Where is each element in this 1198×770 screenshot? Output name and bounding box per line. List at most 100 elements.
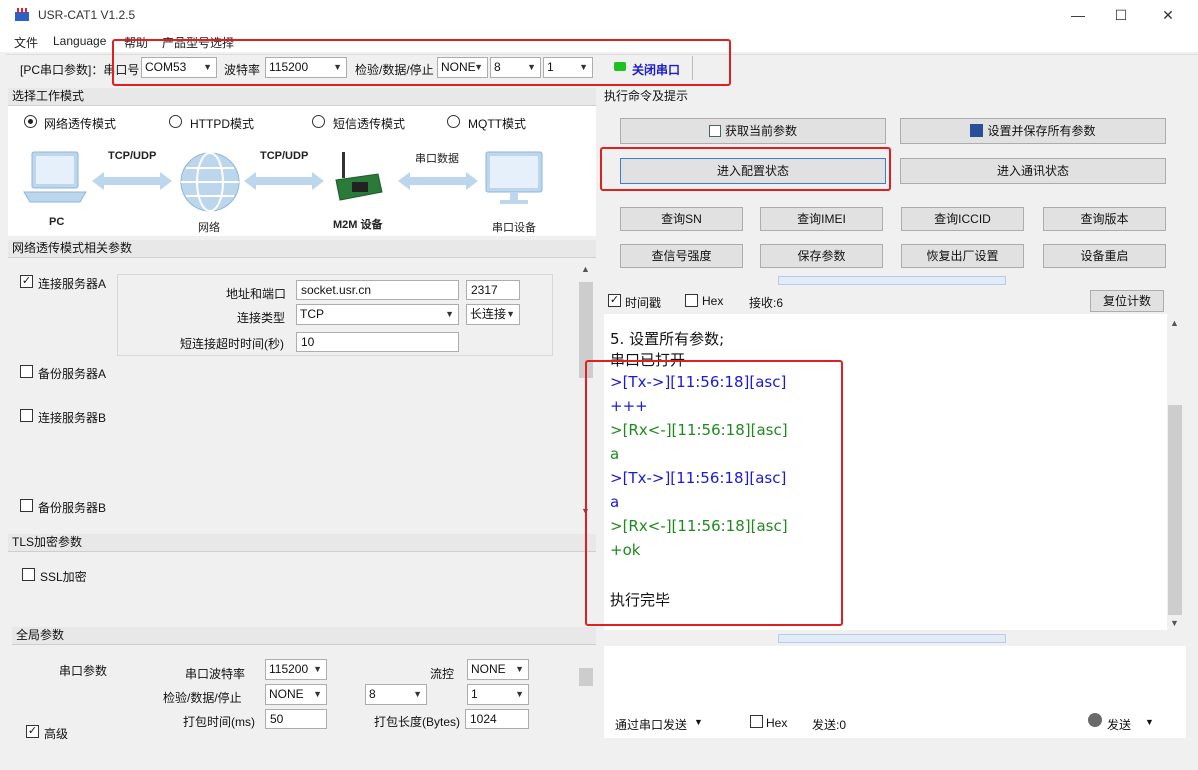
- query-iccid-button[interactable]: 查询ICCID: [901, 207, 1024, 231]
- global-stopbits-select[interactable]: 1 ▼: [467, 684, 529, 705]
- log-line: 5. 设置所有参数;: [610, 330, 725, 348]
- save-params-button[interactable]: 保存参数: [760, 244, 883, 268]
- scroll-up-icon[interactable]: ▲: [581, 264, 590, 274]
- flow-label: 流控: [430, 667, 455, 681]
- maximize-button[interactable]: ☐: [1101, 4, 1141, 28]
- chevron-down-icon: ▼: [313, 689, 322, 699]
- window-title: USR-CAT1 V1.2.5: [38, 8, 136, 22]
- mode-mqtt-label: MQTT模式: [468, 117, 526, 131]
- commands-title: 执行命令及提示: [600, 88, 1190, 106]
- conn-type-select[interactable]: TCP ▼: [296, 304, 459, 325]
- save-all-button[interactable]: 设置并保存所有参数: [900, 118, 1166, 144]
- chevron-down-icon: ▼: [413, 689, 422, 699]
- close-button[interactable]: ✕: [1148, 4, 1188, 28]
- server-a-checkbox[interactable]: ✓: [20, 275, 33, 288]
- factory-reset-button[interactable]: 恢复出厂设置: [901, 244, 1024, 268]
- annotation-box: [585, 360, 843, 626]
- log-scroll-thumb[interactable]: [1168, 405, 1182, 615]
- scroll-up-icon[interactable]: ▲: [1170, 318, 1179, 328]
- monitor-serial-device-icon: [485, 151, 543, 204]
- title-bar: [0, 0, 1198, 32]
- splitter-handle-bottom[interactable]: [778, 634, 1006, 643]
- diagram-m2m-label: M2M 设备: [333, 219, 383, 231]
- pc-laptop-icon: [23, 151, 87, 203]
- timeout-label: 短连接超时时间(秒): [180, 337, 284, 351]
- chevron-down-icon: ▼: [506, 309, 515, 319]
- radio-mqtt-mode[interactable]: [447, 115, 460, 128]
- enter-comm-button[interactable]: 进入通讯状态: [900, 158, 1166, 184]
- chevron-down-icon: ▼: [313, 664, 322, 674]
- get-params-button[interactable]: 获取当前参数: [620, 118, 886, 144]
- reboot-button[interactable]: 设备重启: [1043, 244, 1166, 268]
- mode-httpd-label: HTTPD模式: [190, 117, 254, 131]
- serial-params-label: 串口参数: [59, 664, 108, 678]
- global-baud-select[interactable]: 115200 ▼: [265, 659, 327, 680]
- global-scrollbar[interactable]: [578, 652, 594, 738]
- sent-count: 发送:0: [812, 718, 847, 732]
- query-signal-button[interactable]: 查信号强度: [620, 244, 743, 268]
- query-version-button[interactable]: 查询版本: [1043, 207, 1166, 231]
- backup-b-checkbox[interactable]: [20, 499, 33, 512]
- diagram-tcp-label-2: TCP/UDP: [260, 150, 309, 162]
- send-via-serial-dropdown[interactable]: 通过串口发送: [615, 716, 687, 733]
- send-hex-checkbox[interactable]: [750, 715, 763, 728]
- minimize-button[interactable]: —: [1058, 4, 1098, 28]
- global-params-title: 全局参数: [12, 627, 596, 645]
- pack-len-label: 打包长度(Bytes): [374, 715, 461, 729]
- timeout-input[interactable]: 10: [296, 332, 459, 352]
- menu-file[interactable]: 文件: [14, 34, 38, 51]
- conn-mode-select[interactable]: 长连接 ▼: [466, 304, 520, 325]
- radio-sms-mode[interactable]: [312, 115, 325, 128]
- splitter-handle-top[interactable]: [778, 276, 1006, 285]
- search-doc-icon: [708, 125, 721, 137]
- ssl-label: SSL加密: [40, 570, 87, 584]
- flow-select[interactable]: NONE ▼: [467, 659, 529, 680]
- reset-count-button[interactable]: 复位计数: [1090, 290, 1164, 312]
- net-params-title: 网络透传模式相关参数: [8, 240, 596, 258]
- menu-language[interactable]: Language: [53, 34, 106, 48]
- advanced-checkbox[interactable]: ✓: [26, 725, 39, 738]
- query-sn-button[interactable]: 查询SN: [620, 207, 743, 231]
- tls-title: TLS加密参数: [8, 534, 596, 552]
- scroll-down-icon[interactable]: ▼: [1170, 618, 1179, 628]
- double-arrow-icon: [92, 172, 172, 190]
- log-hex-label: Hex: [702, 294, 724, 308]
- radio-network-mode[interactable]: [24, 115, 37, 128]
- m2m-device-icon: [335, 152, 383, 201]
- send-hex-label: Hex: [766, 716, 788, 730]
- mode-network-label: 网络透传模式: [44, 117, 117, 131]
- addr-port-label: 地址和端口: [226, 287, 287, 301]
- global-parity-select[interactable]: NONE ▼: [265, 684, 327, 705]
- backup-a-checkbox[interactable]: [20, 365, 33, 378]
- backup-a-label: 备份服务器A: [38, 367, 107, 381]
- log-hex-checkbox[interactable]: [685, 294, 698, 307]
- diagram-serial-data-label: 串口数据: [415, 153, 459, 165]
- timestamp-label: 时间戳: [625, 296, 662, 310]
- address-input[interactable]: socket.usr.cn: [296, 280, 459, 300]
- pack-len-input[interactable]: 1024: [465, 709, 529, 729]
- chevron-down-icon: ▼: [445, 309, 454, 319]
- diagram-pc-label: PC: [49, 216, 65, 228]
- query-imei-button[interactable]: 查询IMEI: [760, 207, 883, 231]
- global-databits-select[interactable]: 8 ▼: [365, 684, 427, 705]
- global-scroll-thumb[interactable]: [579, 668, 593, 686]
- server-b-checkbox[interactable]: [20, 409, 33, 422]
- port-input[interactable]: 2317: [466, 280, 520, 300]
- radio-httpd-mode[interactable]: [169, 115, 182, 128]
- globe-network-icon: [180, 152, 240, 212]
- server-a-label: 连接服务器A: [38, 277, 107, 291]
- pack-time-input[interactable]: 50: [265, 709, 327, 729]
- pack-time-label: 打包时间(ms): [183, 715, 255, 729]
- timestamp-checkbox[interactable]: ✓: [608, 294, 621, 307]
- double-arrow-icon: [398, 172, 478, 190]
- ssl-checkbox[interactable]: [22, 568, 35, 581]
- global-parity-label: 检验/数据/停止: [163, 691, 242, 705]
- chevron-down-icon: ▼: [1145, 717, 1154, 727]
- global-baud-label: 串口波特率: [185, 667, 246, 681]
- chevron-down-icon: ▼: [515, 689, 524, 699]
- diagram-serial-device-label: 串口设备: [492, 222, 536, 234]
- chevron-down-icon: ▼: [515, 664, 524, 674]
- send-button[interactable]: 发送: [1107, 716, 1131, 733]
- send-icon: [1088, 713, 1102, 727]
- backup-b-label: 备份服务器B: [38, 501, 107, 515]
